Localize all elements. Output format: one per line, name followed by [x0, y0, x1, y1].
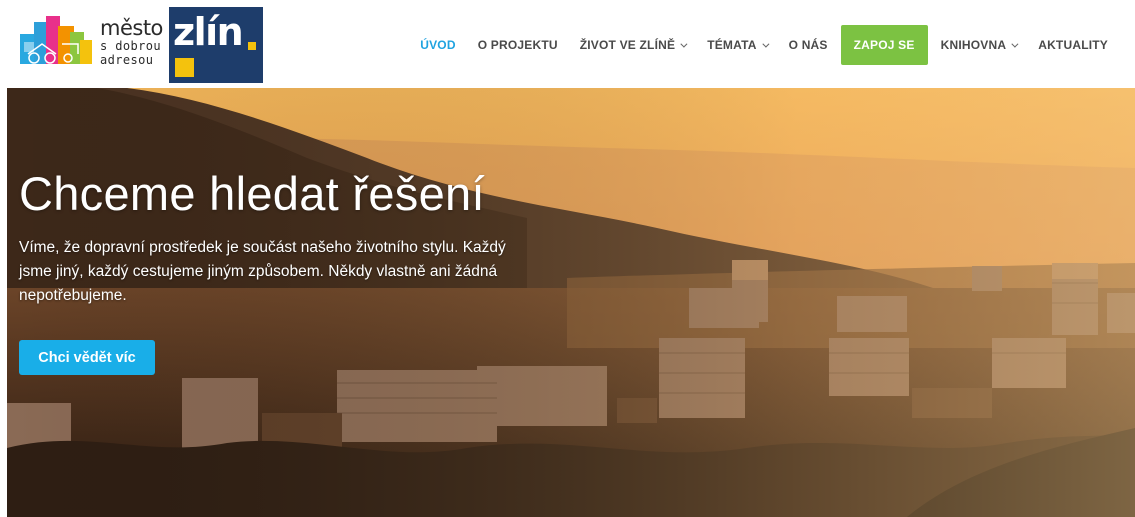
nav-item-temata[interactable]: TÉMATA — [696, 25, 777, 65]
logo-line-2: s dobrou — [100, 39, 161, 53]
learn-more-button[interactable]: Chci vědět víc — [19, 340, 155, 375]
nav-item-knihovna[interactable]: KNIHOVNA — [930, 25, 1028, 65]
logo-line-1: město — [100, 16, 163, 40]
logo-zlin[interactable]: zlín — [169, 7, 263, 83]
site-header: město s dobrou adresou zlín ÚVOD O PROJE… — [0, 0, 1135, 88]
nav-item-label: ÚVOD — [420, 38, 456, 52]
nav-item-zapoj-se-button[interactable]: ZAPOJ SE — [840, 25, 928, 65]
logo-zlin-square — [175, 58, 194, 77]
nav-item-o-projektu[interactable]: O PROJEKTU — [467, 25, 569, 65]
nav-item-label: KNIHOVNA — [940, 38, 1007, 52]
hero-title: Chceme hledat řešení — [19, 167, 485, 220]
nav-item-label: AKTUALITY — [1038, 38, 1108, 52]
logo-mesto-s-dobrou-adresou[interactable]: město s dobrou adresou — [20, 14, 166, 72]
nav-item-zivot-ve-zline[interactable]: ŽIVOT VE ZLÍNĚ — [569, 25, 696, 65]
logo-line-3: adresou — [100, 53, 154, 67]
logo-zlin-dot — [248, 42, 256, 50]
nav-item-label: ZAPOJ SE — [853, 38, 915, 52]
chevron-down-icon — [680, 40, 688, 48]
main-navigation: ÚVOD O PROJEKTU ŽIVOT VE ZLÍNĚ TÉMATA O … — [409, 25, 1119, 65]
city-logo-icon — [20, 16, 92, 64]
nav-item-label: TÉMATA — [707, 38, 757, 52]
nav-item-uvod[interactable]: ÚVOD — [409, 25, 466, 65]
nav-item-label: O PROJEKTU — [477, 38, 558, 52]
nav-item-aktuality[interactable]: AKTUALITY — [1027, 25, 1119, 65]
hero-description: Víme, že dopravní prostředek je součást … — [19, 239, 506, 304]
chevron-down-icon — [762, 40, 770, 48]
nav-item-label: ŽIVOT VE ZLÍNĚ — [579, 38, 676, 52]
nav-item-o-nas[interactable]: O NÁS — [778, 25, 839, 65]
nav-item-label: O NÁS — [788, 38, 828, 52]
hero-banner: Chceme hledat řešení Víme, že dopravní p… — [7, 88, 1135, 517]
logo-wordmark: město s dobrou adresou — [100, 17, 163, 67]
chevron-down-icon — [1011, 40, 1019, 48]
logo-zlin-word: zlín — [173, 10, 244, 54]
